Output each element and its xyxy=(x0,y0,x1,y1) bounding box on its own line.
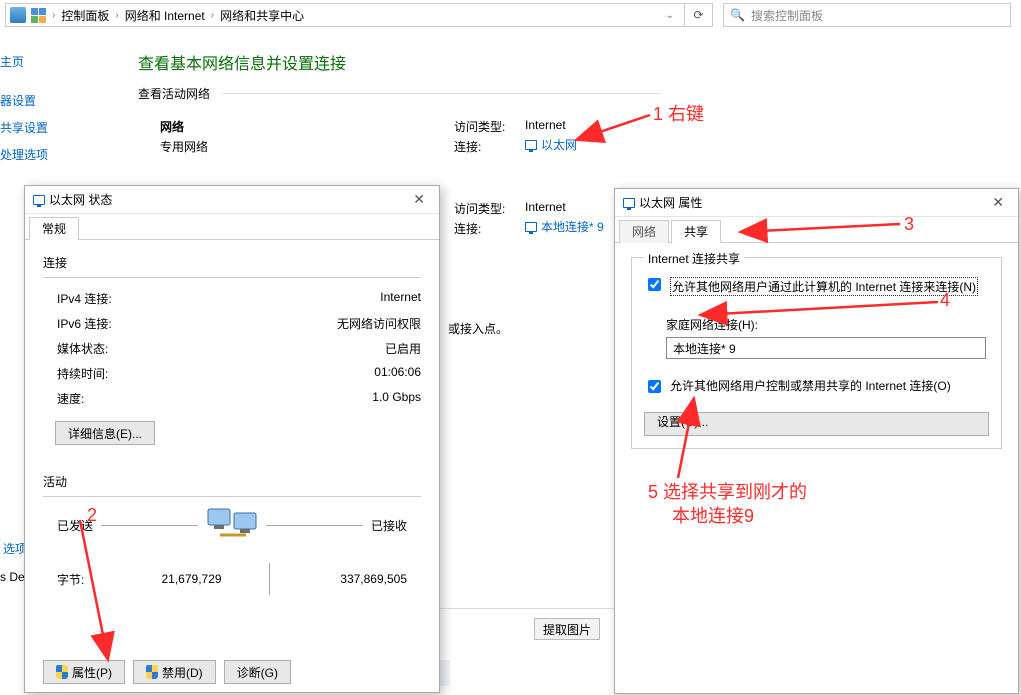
crumb-sharing-center[interactable]: 网络和共享中心 xyxy=(220,7,304,24)
access-type-value-2: Internet xyxy=(525,200,566,214)
extract-image-button[interactable]: 提取图片 xyxy=(534,618,600,640)
home-network-label: 家庭网络连接(H): xyxy=(666,316,989,333)
ipv6-value: 无网络访问权限 xyxy=(337,315,421,332)
checkbox-input[interactable] xyxy=(648,380,661,393)
media-label: 媒体状态: xyxy=(57,340,108,357)
bytes-sent-value: 21,679,729 xyxy=(132,572,222,586)
disable-button[interactable]: 禁用(D) xyxy=(133,660,216,684)
annotation-1: 1 右键 xyxy=(653,100,704,126)
local-connection-label: 本地连接* 9 xyxy=(541,218,604,235)
section-divider xyxy=(222,93,661,94)
section-active-networks: 查看活动网络 xyxy=(138,85,210,102)
separator xyxy=(269,563,270,595)
allow-others-control-checkbox[interactable]: 允许其他网络用户控制或禁用共享的 Internet 连接(O) xyxy=(644,377,989,396)
tab-networking[interactable]: 网络 xyxy=(619,220,669,243)
tab-sharing[interactable]: 共享 xyxy=(671,220,721,243)
home-network-select[interactable]: 本地连接* 9 xyxy=(666,337,986,359)
computers-icon xyxy=(206,505,258,545)
nav-home[interactable]: 主页 xyxy=(0,48,48,75)
refresh-icon: ⟳ xyxy=(693,8,703,22)
control-panel-icon xyxy=(30,7,46,23)
ethernet-icon xyxy=(525,140,537,150)
ethernet-link[interactable]: 以太网 xyxy=(525,136,577,153)
group-connection: 连接 xyxy=(43,254,421,271)
bytes-recv-value: 337,869,505 xyxy=(317,572,407,586)
close-button[interactable]: ✕ xyxy=(407,191,431,208)
allow-others-connect-label: 允许其他网络用户通过此计算机的 Internet 连接来连接(N) xyxy=(670,277,978,296)
ics-fieldset: Internet 连接共享 允许其他网络用户通过此计算机的 Internet 连… xyxy=(631,257,1002,449)
chevron-right-icon: › xyxy=(113,10,120,21)
duration-label: 持续时间: xyxy=(57,365,108,382)
back-icon xyxy=(10,7,26,23)
ethernet-status-dialog: 以太网 状态 ✕ 常规 连接 IPv4 连接: Internet IPv6 连接:… xyxy=(24,185,440,693)
media-value: 已启用 xyxy=(385,340,421,357)
nav-de-fragment: s De xyxy=(0,570,25,584)
sent-label: 已发送 xyxy=(57,517,93,534)
ipv4-label: IPv4 连接: xyxy=(57,290,112,307)
dialog-title: 以太网 属性 xyxy=(639,194,702,211)
chevron-right-icon: › xyxy=(50,10,57,21)
search-placeholder: 搜索控制面板 xyxy=(751,7,823,24)
network-name: 网络 xyxy=(160,118,184,135)
crumb-control-panel[interactable]: 控制面板 xyxy=(61,7,109,24)
allow-others-control-label: 允许其他网络用户控制或禁用共享的 Internet 连接(O) xyxy=(670,377,951,394)
ethernet-icon xyxy=(33,195,45,205)
connection-label-2: 连接: xyxy=(454,220,481,237)
speed-value: 1.0 Gbps xyxy=(372,390,421,407)
shield-icon xyxy=(56,665,68,679)
search-input[interactable]: 🔍 搜索控制面板 xyxy=(723,3,1011,27)
nav-adapter-settings[interactable]: 器设置 xyxy=(0,87,48,114)
ipv6-label: IPv6 连接: xyxy=(57,315,112,332)
ipv4-value: Internet xyxy=(380,290,421,307)
refresh-button[interactable]: ⟳ xyxy=(685,3,713,27)
close-button[interactable]: ✕ xyxy=(986,194,1010,211)
allow-others-connect-checkbox[interactable]: 允许其他网络用户通过此计算机的 Internet 连接来连接(N) xyxy=(644,277,989,296)
access-type-label-2: 访问类型: xyxy=(454,200,505,217)
dropdown-icon[interactable]: ⌄ xyxy=(660,10,680,21)
search-icon: 🔍 xyxy=(730,8,745,22)
ethernet-icon xyxy=(623,198,635,208)
ics-title: Internet 连接共享 xyxy=(644,250,744,267)
diagnose-button[interactable]: 诊断(G) xyxy=(224,660,291,684)
bytes-label: 字节: xyxy=(57,571,84,588)
crumb-network-internet[interactable]: 网络和 Internet xyxy=(125,7,205,24)
duration-value: 01:06:06 xyxy=(374,365,421,382)
page-title: 查看基本网络信息并设置连接 xyxy=(138,50,346,74)
ethernet-properties-dialog: 以太网 属性 ✕ 网络 共享 Internet 连接共享 允许其他网络用户通过此… xyxy=(614,188,1019,694)
ethernet-link-label: 以太网 xyxy=(541,136,577,153)
nav-sharing-settings[interactable]: 共享设置 xyxy=(0,114,48,141)
recv-label: 已接收 xyxy=(371,517,407,534)
chevron-right-icon: › xyxy=(209,10,216,21)
speed-label: 速度: xyxy=(57,390,84,407)
ethernet-icon xyxy=(525,222,537,232)
network-type: 专用网络 xyxy=(160,138,208,155)
nav-media-options[interactable]: 处理选项 xyxy=(0,141,48,168)
properties-button[interactable]: 属性(P) xyxy=(43,660,125,684)
connection-label: 连接: xyxy=(454,138,481,155)
access-type-label: 访问类型: xyxy=(454,118,505,135)
tab-general[interactable]: 常规 xyxy=(29,217,79,240)
group-activity: 活动 xyxy=(43,473,421,490)
access-type-value: Internet xyxy=(525,118,566,132)
details-button[interactable]: 详细信息(E)... xyxy=(55,421,155,445)
dialog-title: 以太网 状态 xyxy=(49,191,112,208)
access-point-text: 或接入点。 xyxy=(448,320,508,337)
shield-icon xyxy=(146,665,158,679)
address-bar[interactable]: › 控制面板 › 网络和 Internet › 网络和共享中心 ⌄ xyxy=(5,3,685,27)
local-connection-link[interactable]: 本地连接* 9 xyxy=(525,218,604,235)
settings-button[interactable]: 设置(G)... xyxy=(644,412,989,436)
checkbox-input[interactable] xyxy=(648,278,661,291)
